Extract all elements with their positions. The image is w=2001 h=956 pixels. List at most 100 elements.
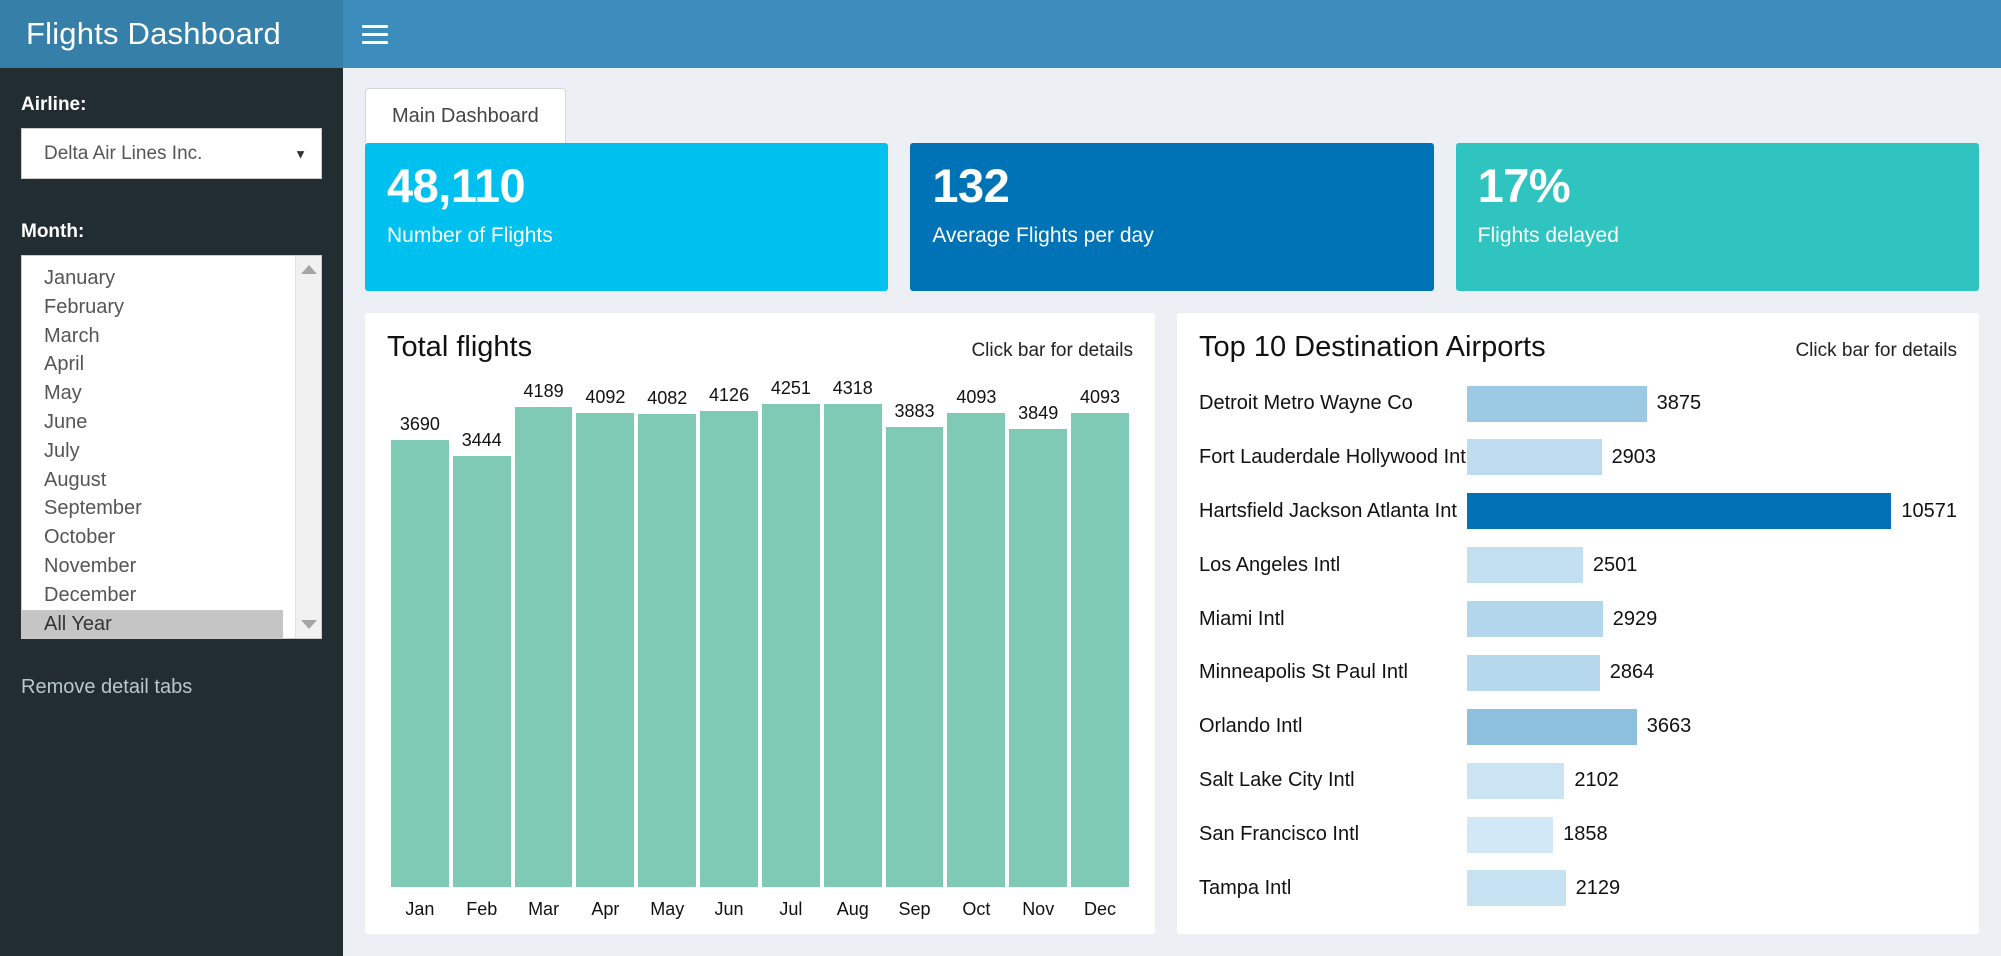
monthly-bar-column[interactable]: 3690 <box>391 378 449 887</box>
chevron-down-icon: ▼ <box>294 146 307 161</box>
month-option[interactable]: August <box>22 466 283 495</box>
month-option[interactable]: June <box>22 408 283 437</box>
airport-row[interactable]: Tampa Intl2129 <box>1199 863 1957 914</box>
monthly-bar-column[interactable]: 4082 <box>638 378 696 887</box>
monthly-bar-column[interactable]: 4251 <box>762 378 820 887</box>
airport-bar[interactable] <box>1467 493 1891 529</box>
month-listbox-scrollbar[interactable] <box>295 256 321 638</box>
monthly-bar-column[interactable]: 4093 <box>1071 378 1129 887</box>
monthly-bar[interactable] <box>700 411 758 887</box>
kpi-card-1: 48,110 Number of Flights <box>365 143 888 291</box>
dashboard-app: Flights Dashboard Airline: Delta Air Lin… <box>0 0 2001 956</box>
month-option[interactable]: All Year <box>22 610 283 638</box>
monthly-bar[interactable] <box>515 407 573 887</box>
airport-row[interactable]: Salt Lake City Intl2102 <box>1199 755 1957 806</box>
top-airports-header: Top 10 Destination Airports Click bar fo… <box>1199 331 1957 364</box>
top-navbar: Flights Dashboard <box>0 0 2001 68</box>
monthly-bar-column[interactable]: 4318 <box>824 378 882 887</box>
top-airports-panel: Top 10 Destination Airports Click bar fo… <box>1177 313 1979 934</box>
monthly-bar[interactable] <box>453 456 511 887</box>
airport-bar[interactable] <box>1467 601 1603 637</box>
airport-value-label: 1858 <box>1563 823 1608 846</box>
airport-row[interactable]: Los Angeles Intl2501 <box>1199 540 1957 591</box>
airport-name: Tampa Intl <box>1199 877 1467 900</box>
month-tick-label: Feb <box>453 899 511 920</box>
main-content: Main Dashboard 48,110Number of Flights13… <box>343 68 2001 956</box>
airport-row[interactable]: Orlando Intl3663 <box>1199 701 1957 752</box>
monthly-bar[interactable] <box>886 427 944 887</box>
monthly-bar-column[interactable]: 4126 <box>700 378 758 887</box>
monthly-bar[interactable] <box>947 413 1005 887</box>
monthly-bars: 3690344441894092408241264251431838834093… <box>387 378 1133 887</box>
monthly-bar-column[interactable]: 3444 <box>453 378 511 887</box>
hamburger-menu-icon[interactable] <box>343 0 407 68</box>
airport-bar[interactable] <box>1467 870 1566 906</box>
month-tick-label: Mar <box>515 899 573 920</box>
month-option[interactable]: May <box>22 379 283 408</box>
monthly-bar-column[interactable]: 4093 <box>947 378 1005 887</box>
airport-bar-track: 2129 <box>1467 870 1957 906</box>
kpi-label: Number of Flights <box>387 224 866 248</box>
monthly-bar-column[interactable]: 4092 <box>576 378 634 887</box>
month-listbox[interactable]: JanuaryFebruaryMarchAprilMayJuneJulyAugu… <box>21 255 322 639</box>
airport-bar[interactable] <box>1467 386 1647 422</box>
airport-bar[interactable] <box>1467 655 1600 691</box>
monthly-bar-column[interactable]: 3849 <box>1009 378 1067 887</box>
month-option[interactable]: March <box>22 322 283 351</box>
monthly-bar[interactable] <box>391 440 449 887</box>
total-flights-hint: Click bar for details <box>971 340 1133 362</box>
monthly-bar[interactable] <box>638 414 696 887</box>
airport-bar[interactable] <box>1467 547 1583 583</box>
total-flights-header: Total flights Click bar for details <box>387 331 1133 364</box>
airport-bar[interactable] <box>1467 817 1553 853</box>
bar-value-label: 4126 <box>700 385 758 406</box>
month-tick-label: Aug <box>824 899 882 920</box>
airline-select[interactable]: Delta Air Lines Inc. ▼ <box>21 128 322 179</box>
scroll-down-arrow-icon[interactable] <box>301 620 317 629</box>
month-option[interactable]: April <box>22 350 283 379</box>
monthly-bar[interactable] <box>1071 413 1129 887</box>
airport-row[interactable]: Hartsfield Jackson Atlanta Int10571 <box>1199 486 1957 537</box>
remove-detail-tabs-link[interactable]: Remove detail tabs <box>21 676 322 699</box>
airport-row[interactable]: Detroit Metro Wayne Co3875 <box>1199 378 1957 429</box>
month-option[interactable]: December <box>22 581 283 610</box>
month-option[interactable]: January <box>22 264 283 293</box>
monthly-bar-column[interactable]: 4189 <box>515 378 573 887</box>
kpi-value: 48,110 <box>387 161 866 210</box>
airport-bar-track: 10571 <box>1467 493 1957 529</box>
month-option[interactable]: October <box>22 523 283 552</box>
airport-row[interactable]: Fort Lauderdale Hollywood Intl2903 <box>1199 432 1957 483</box>
bar-value-label: 4082 <box>638 388 696 409</box>
month-label: Month: <box>21 221 322 243</box>
month-tick-label: May <box>638 899 696 920</box>
airport-row[interactable]: Minneapolis St Paul Intl2864 <box>1199 647 1957 698</box>
kpi-label: Average Flights per day <box>932 224 1411 248</box>
airport-value-label: 2102 <box>1574 769 1619 792</box>
sidebar-spacer <box>21 179 322 217</box>
month-option[interactable]: September <box>22 494 283 523</box>
airport-row[interactable]: Miami Intl2929 <box>1199 594 1957 645</box>
bar-value-label: 4093 <box>1071 387 1129 408</box>
monthly-bar[interactable] <box>576 413 634 887</box>
month-option[interactable]: February <box>22 293 283 322</box>
month-axis-labels: JanFebMarAprMayJunJulAugSepOctNovDec <box>387 887 1133 920</box>
airport-value-label: 2929 <box>1613 608 1658 631</box>
monthly-bar[interactable] <box>1009 429 1067 887</box>
month-tick-label: Nov <box>1009 899 1067 920</box>
monthly-bar[interactable] <box>762 404 820 887</box>
top-airports-title: Top 10 Destination Airports <box>1199 331 1546 364</box>
airport-bar[interactable] <box>1467 709 1637 745</box>
airport-row[interactable]: San Francisco Intl1858 <box>1199 809 1957 860</box>
month-option[interactable]: July <box>22 437 283 466</box>
airport-bar-track: 3875 <box>1467 386 1957 422</box>
scroll-up-arrow-icon[interactable] <box>301 265 317 274</box>
monthly-bar[interactable] <box>824 404 882 887</box>
month-tick-label: Jun <box>700 899 758 920</box>
month-option[interactable]: November <box>22 552 283 581</box>
monthly-bar-column[interactable]: 3883 <box>886 378 944 887</box>
tab-main-dashboard[interactable]: Main Dashboard <box>365 88 566 143</box>
airport-value-label: 2501 <box>1593 554 1638 577</box>
airport-bar[interactable] <box>1467 763 1564 799</box>
airport-bar[interactable] <box>1467 439 1602 475</box>
airport-name: Fort Lauderdale Hollywood Intl <box>1199 446 1467 469</box>
